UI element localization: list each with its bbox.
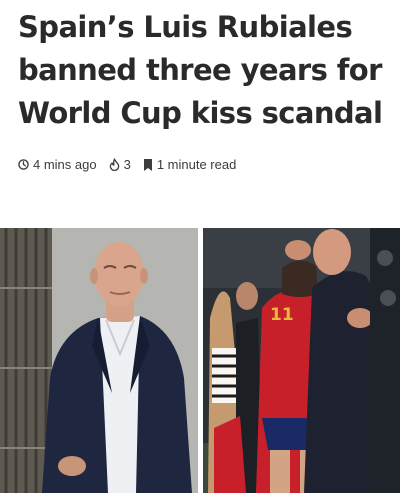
- meta-time: 4 mins ago: [18, 157, 97, 172]
- meta-read-time-text: 1 minute read: [156, 157, 237, 172]
- clock-icon: [18, 159, 29, 170]
- article-photo[interactable]: 11: [0, 228, 400, 493]
- article-meta: 4 mins ago 3 1 minute read: [18, 157, 248, 172]
- meta-views-count: 3: [123, 157, 131, 172]
- flame-icon: [109, 158, 119, 171]
- meta-read-time: 1 minute read: [143, 157, 237, 172]
- article-photo-illustration: 11: [0, 228, 400, 493]
- jersey-number: 11: [270, 305, 294, 325]
- article-headline: Spain’s Luis Rubiales banned three years…: [18, 10, 383, 130]
- meta-views: 3: [109, 157, 131, 172]
- bookmark-icon: [143, 158, 152, 171]
- meta-time-text: 4 mins ago: [33, 157, 97, 172]
